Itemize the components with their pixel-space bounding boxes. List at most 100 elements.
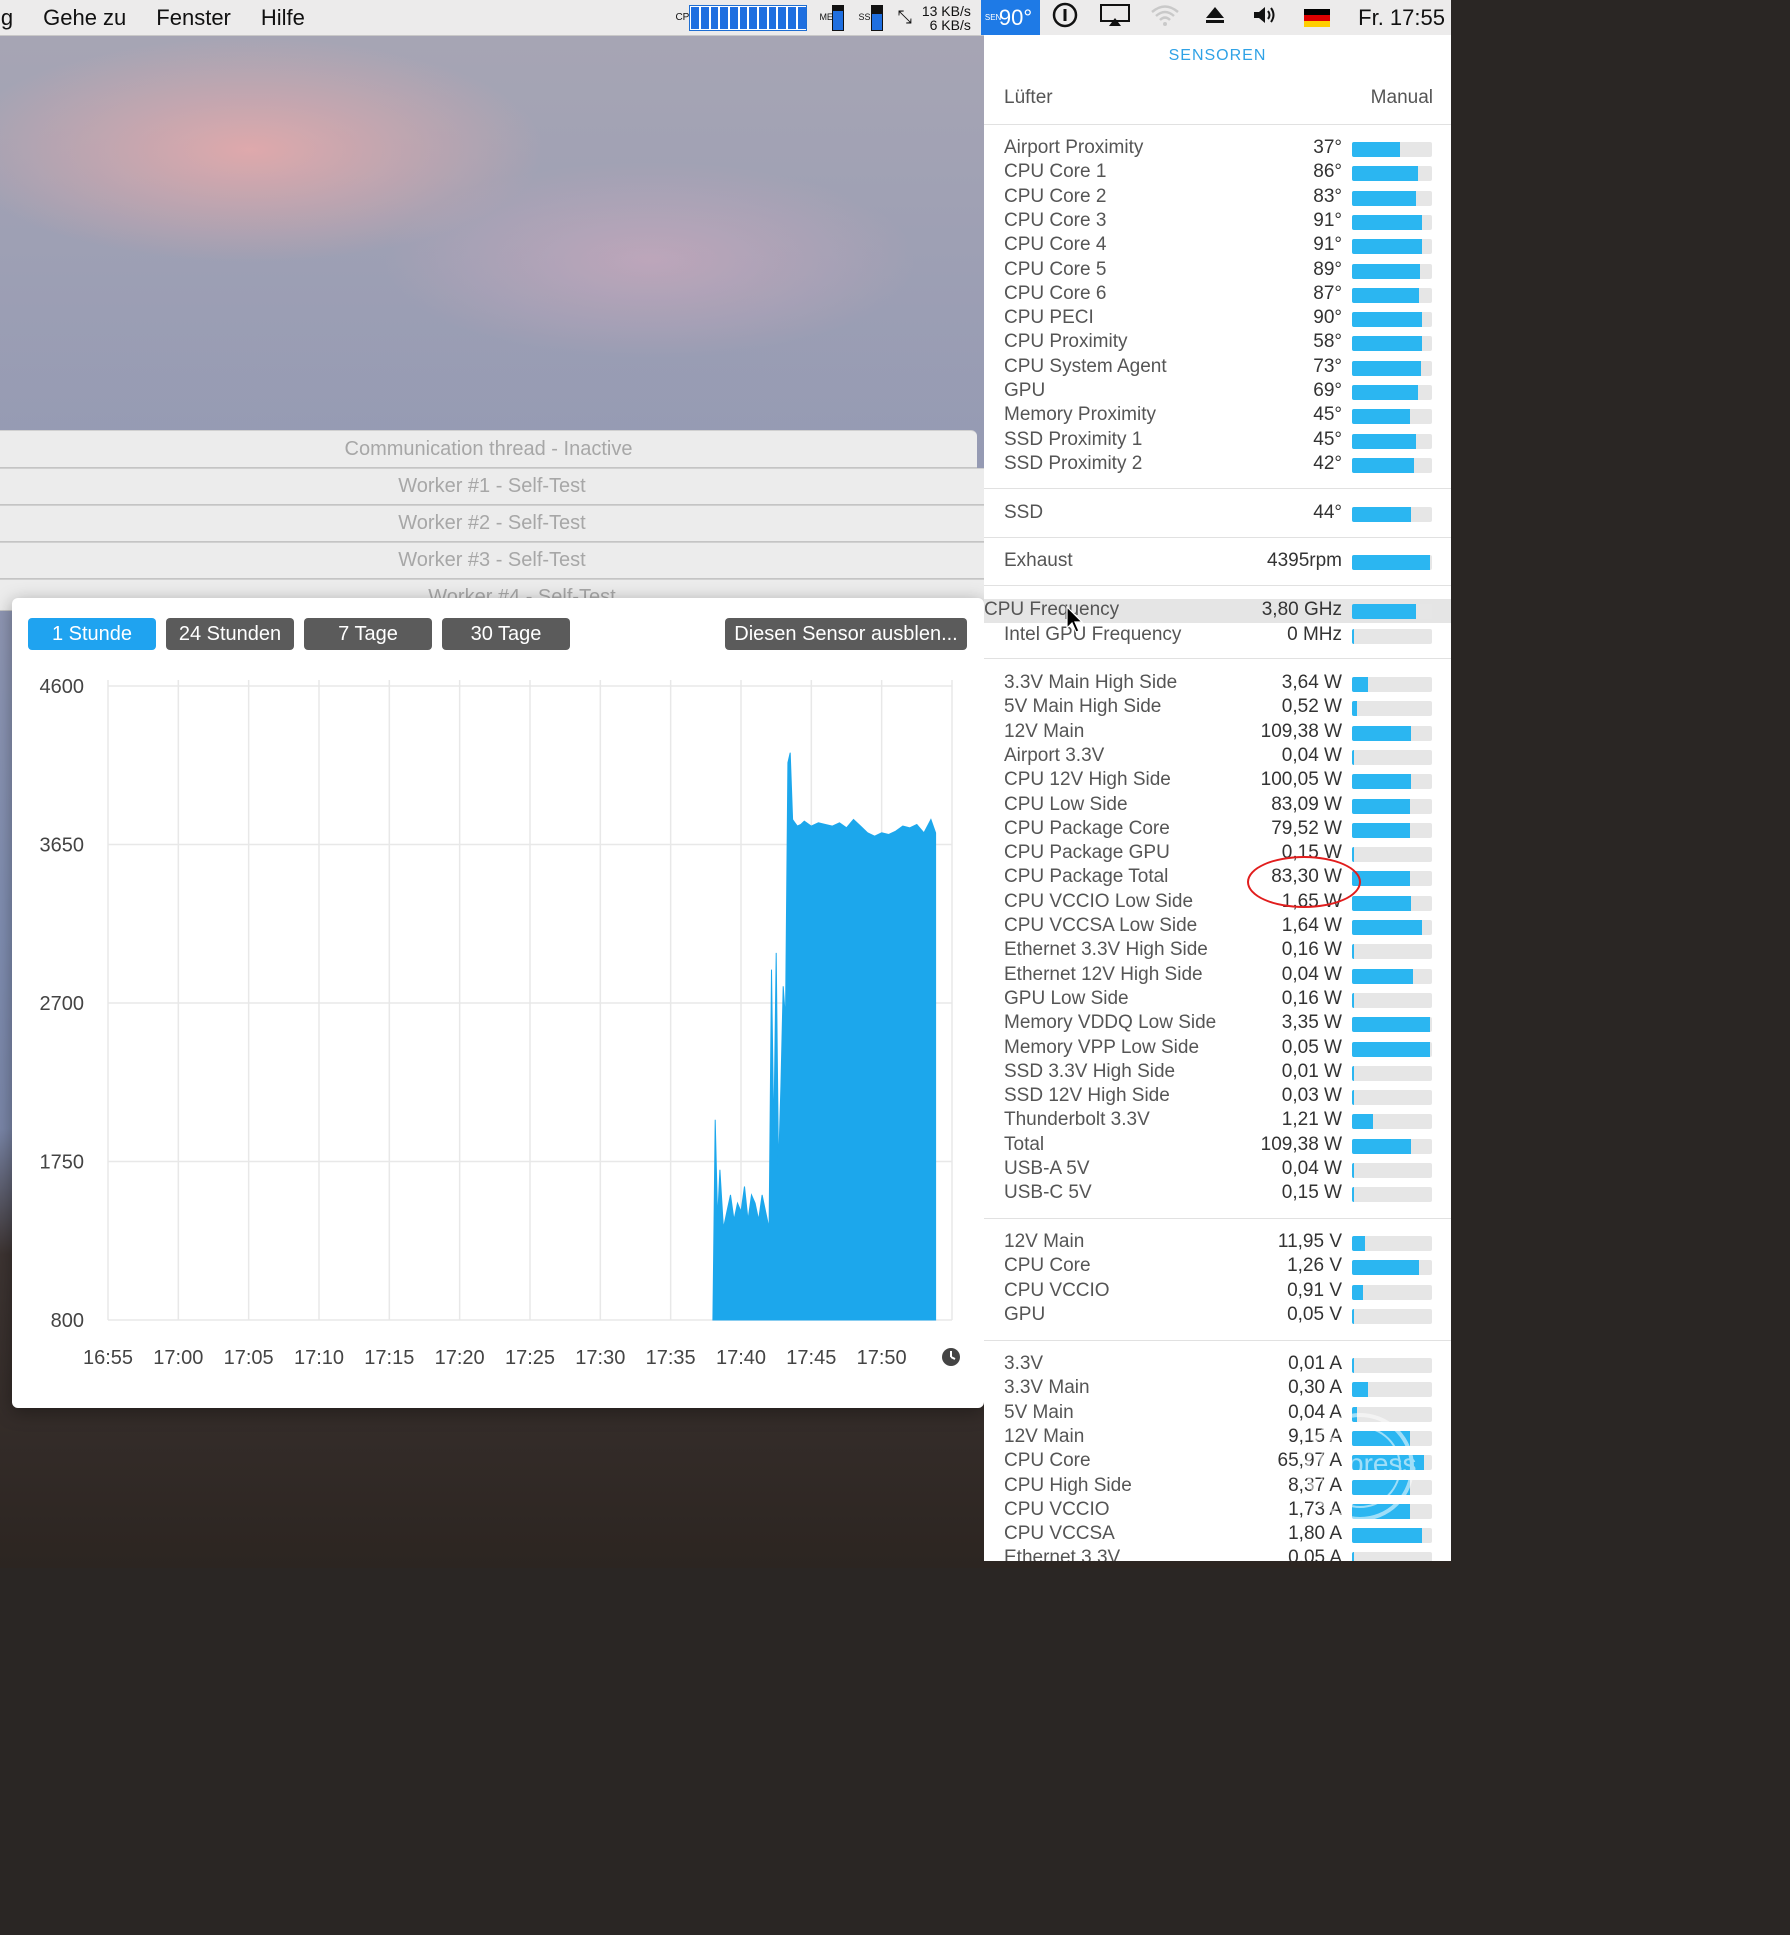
menu-item-partial[interactable]: ig (0, 5, 13, 31)
sensor-level-fill (1352, 1041, 1431, 1057)
sensor-row[interactable]: CPU PECI 90° (1004, 307, 1434, 331)
sensor-row[interactable]: SSD 44° (1004, 502, 1434, 526)
sensor-row[interactable]: SSD Proximity 1 45° (1004, 429, 1434, 453)
sensor-row[interactable]: GPU 69° (1004, 380, 1434, 404)
window-worker-1[interactable]: Worker #1 - Self-Test (0, 468, 984, 505)
sensor-row[interactable]: Thunderbolt 3.3V 1,21 W (1004, 1109, 1434, 1133)
sensor-row[interactable]: CPU 12V High Side 100,05 W (1004, 769, 1434, 793)
sensor-row[interactable]: CPU Proximity 58° (1004, 331, 1434, 355)
clock-icon[interactable] (942, 1348, 960, 1366)
german-flag-icon[interactable] (1304, 8, 1331, 27)
separator (984, 658, 1451, 659)
y-tick-label: 4600 (40, 676, 85, 698)
sensor-level-bar (1352, 1455, 1432, 1471)
sensor-row[interactable]: Exhaust 4395rpm (1004, 550, 1434, 574)
sensor-row[interactable]: Memory Proximity 45° (1004, 404, 1434, 428)
sensor-row[interactable]: CPU Package Total 83,30 W (1004, 866, 1434, 890)
sensor-name: CPU Core (1004, 1450, 1091, 1472)
sensor-row[interactable]: CPU VCCSA Low Side 1,64 W (1004, 915, 1434, 939)
sensor-level-bar (1352, 336, 1432, 352)
sensor-row[interactable]: CPU VCCIO 1,73 A (1004, 1499, 1434, 1523)
sensor-row[interactable]: CPU Core 5 89° (1004, 259, 1434, 283)
sensor-row[interactable]: CPU VCCIO 0,91 V (1004, 1280, 1434, 1304)
volume-icon[interactable] (1248, 4, 1282, 32)
sensor-level-fill (1352, 385, 1418, 400)
menu-item-fenster[interactable]: Fenster (156, 5, 231, 31)
sensor-row[interactable]: USB-C 5V 0,15 W (1004, 1182, 1434, 1206)
sensor-row[interactable]: 5V Main High Side 0,52 W (1004, 696, 1434, 720)
sensor-value: 83,30 W (1271, 866, 1342, 888)
fan-mode-row[interactable]: Lüfter Manual (1004, 87, 1433, 109)
temperature-menu[interactable]: SEN 90° (980, 0, 1041, 35)
menu-item-gehe-zu[interactable]: Gehe zu (43, 5, 126, 31)
airplay-icon[interactable] (1098, 3, 1132, 33)
ssd-meter-icon[interactable] (871, 4, 884, 31)
sensor-row[interactable]: CPU High Side 8,37 A (1004, 1475, 1434, 1499)
sensor-row[interactable]: CPU Core 6 87° (1004, 283, 1434, 307)
separator (984, 1218, 1451, 1219)
sensor-row[interactable]: Memory VDDQ Low Side 3,35 W (1004, 1012, 1434, 1036)
window-communication-thread[interactable]: Communication thread - Inactive (0, 430, 977, 468)
memory-meter-icon[interactable] (832, 4, 845, 31)
sensor-value: 87° (1313, 282, 1342, 304)
sensor-row[interactable]: CPU Package Core 79,52 W (1004, 818, 1434, 842)
sensor-row[interactable]: SSD 3.3V High Side 0,01 W (1004, 1061, 1434, 1085)
resize-arrows-icon[interactable]: ⤡ (897, 7, 911, 28)
sensor-row[interactable]: CPU Package GPU 0,15 W (1004, 842, 1434, 866)
sensor-value: 0 MHz (1287, 624, 1342, 645)
sensor-row[interactable]: CPU Low Side 83,09 W (1004, 794, 1434, 818)
sensor-row[interactable]: SSD Proximity 2 42° (1004, 453, 1434, 477)
sensor-value: 0,01 A (1288, 1353, 1342, 1374)
sensor-level-fill (1352, 336, 1422, 352)
sensor-row[interactable]: CPU Core 2 83° (1004, 186, 1434, 210)
sensor-row[interactable]: CPU System Agent 73° (1004, 356, 1434, 380)
sensor-row[interactable]: Airport 3.3V 0,04 W (1004, 745, 1434, 769)
sensor-row[interactable]: Total 109,38 W (1004, 1134, 1434, 1158)
menu-item-hilfe[interactable]: Hilfe (261, 5, 305, 31)
sensor-value: 42° (1313, 452, 1342, 474)
sensor-level-bar (1352, 944, 1432, 960)
sensor-name: Thunderbolt 3.3V (1004, 1109, 1150, 1131)
window-worker-2[interactable]: Worker #2 - Self-Test (0, 505, 984, 542)
sensor-row[interactable]: Ethernet 3.3V High Side 0,16 W (1004, 939, 1434, 963)
sensor-row[interactable]: CPU Core 4 91° (1004, 234, 1434, 258)
wifi-icon[interactable] (1148, 3, 1182, 33)
sensor-row[interactable]: CPU Core 1,26 V (1004, 1255, 1434, 1279)
network-throughput[interactable]: 13 KB/s 6 KB/s (922, 4, 971, 32)
sensor-value: 91° (1313, 209, 1342, 231)
window-worker-3[interactable]: Worker #3 - Self-Test (0, 542, 984, 579)
sensor-row[interactable]: GPU Low Side 0,16 W (1004, 988, 1434, 1012)
sensor-row[interactable]: Ethernet 3.3V 0,05 A (1004, 1547, 1434, 1561)
sensor-row[interactable]: 12V Main 9,15 A (1004, 1426, 1434, 1450)
menu-bar: ig Gehe zu Fenster Hilfe CPU MEM SSD ⤡ 1… (0, 0, 1451, 36)
sensor-row[interactable]: SSD 12V High Side 0,03 W (1004, 1085, 1434, 1109)
menu-clock[interactable]: Fr. 17:55 (1358, 5, 1445, 31)
sensor-row[interactable]: 3.3V Main High Side 3,64 W (1004, 672, 1434, 696)
sensor-level-bar (1352, 555, 1432, 570)
eject-icon[interactable] (1198, 5, 1232, 31)
sensor-level-bar (1352, 798, 1432, 814)
sensor-name: SSD 3.3V High Side (1004, 1060, 1176, 1082)
sensor-row[interactable]: CPU VCCIO Low Side 1,65 W (1004, 891, 1434, 915)
sensor-row[interactable]: 5V Main 0,04 A (1004, 1402, 1434, 1426)
sensor-level-bar (1352, 1284, 1432, 1300)
cpu-meter-icon[interactable] (689, 4, 808, 31)
sensor-row[interactable]: CPU Core 3 91° (1004, 210, 1434, 234)
sensor-level-bar (1352, 433, 1432, 449)
sensor-row[interactable]: CPU Core 1 86° (1004, 161, 1434, 185)
info-circle-icon[interactable] (1048, 2, 1082, 34)
sensor-row[interactable]: Airport Proximity 37° (1004, 137, 1434, 161)
sensor-row[interactable]: Memory VPP Low Side 0,05 W (1004, 1037, 1434, 1061)
sensor-row[interactable]: CPU Frequency 3,80 GHz (984, 599, 1451, 623)
sensor-row[interactable]: 12V Main 109,38 W (1004, 721, 1434, 745)
sensor-row[interactable]: 12V Main 11,95 V (1004, 1231, 1434, 1255)
sensor-row[interactable]: CPU VCCSA 1,80 A (1004, 1523, 1434, 1547)
sensor-row[interactable]: USB-A 5V 0,04 W (1004, 1158, 1434, 1182)
sensor-row[interactable]: CPU Core 65,97 A (1004, 1450, 1434, 1474)
sensor-level-fill (1352, 1017, 1431, 1033)
sensor-row[interactable]: 3.3V 0,01 A (1004, 1353, 1434, 1377)
sensor-row[interactable]: 3.3V Main 0,30 A (1004, 1377, 1434, 1401)
sensor-row[interactable]: Ethernet 12V High Side 0,04 W (1004, 964, 1434, 988)
sensor-value: 90° (1313, 307, 1342, 329)
sensor-row[interactable]: GPU 0,05 V (1004, 1304, 1434, 1328)
